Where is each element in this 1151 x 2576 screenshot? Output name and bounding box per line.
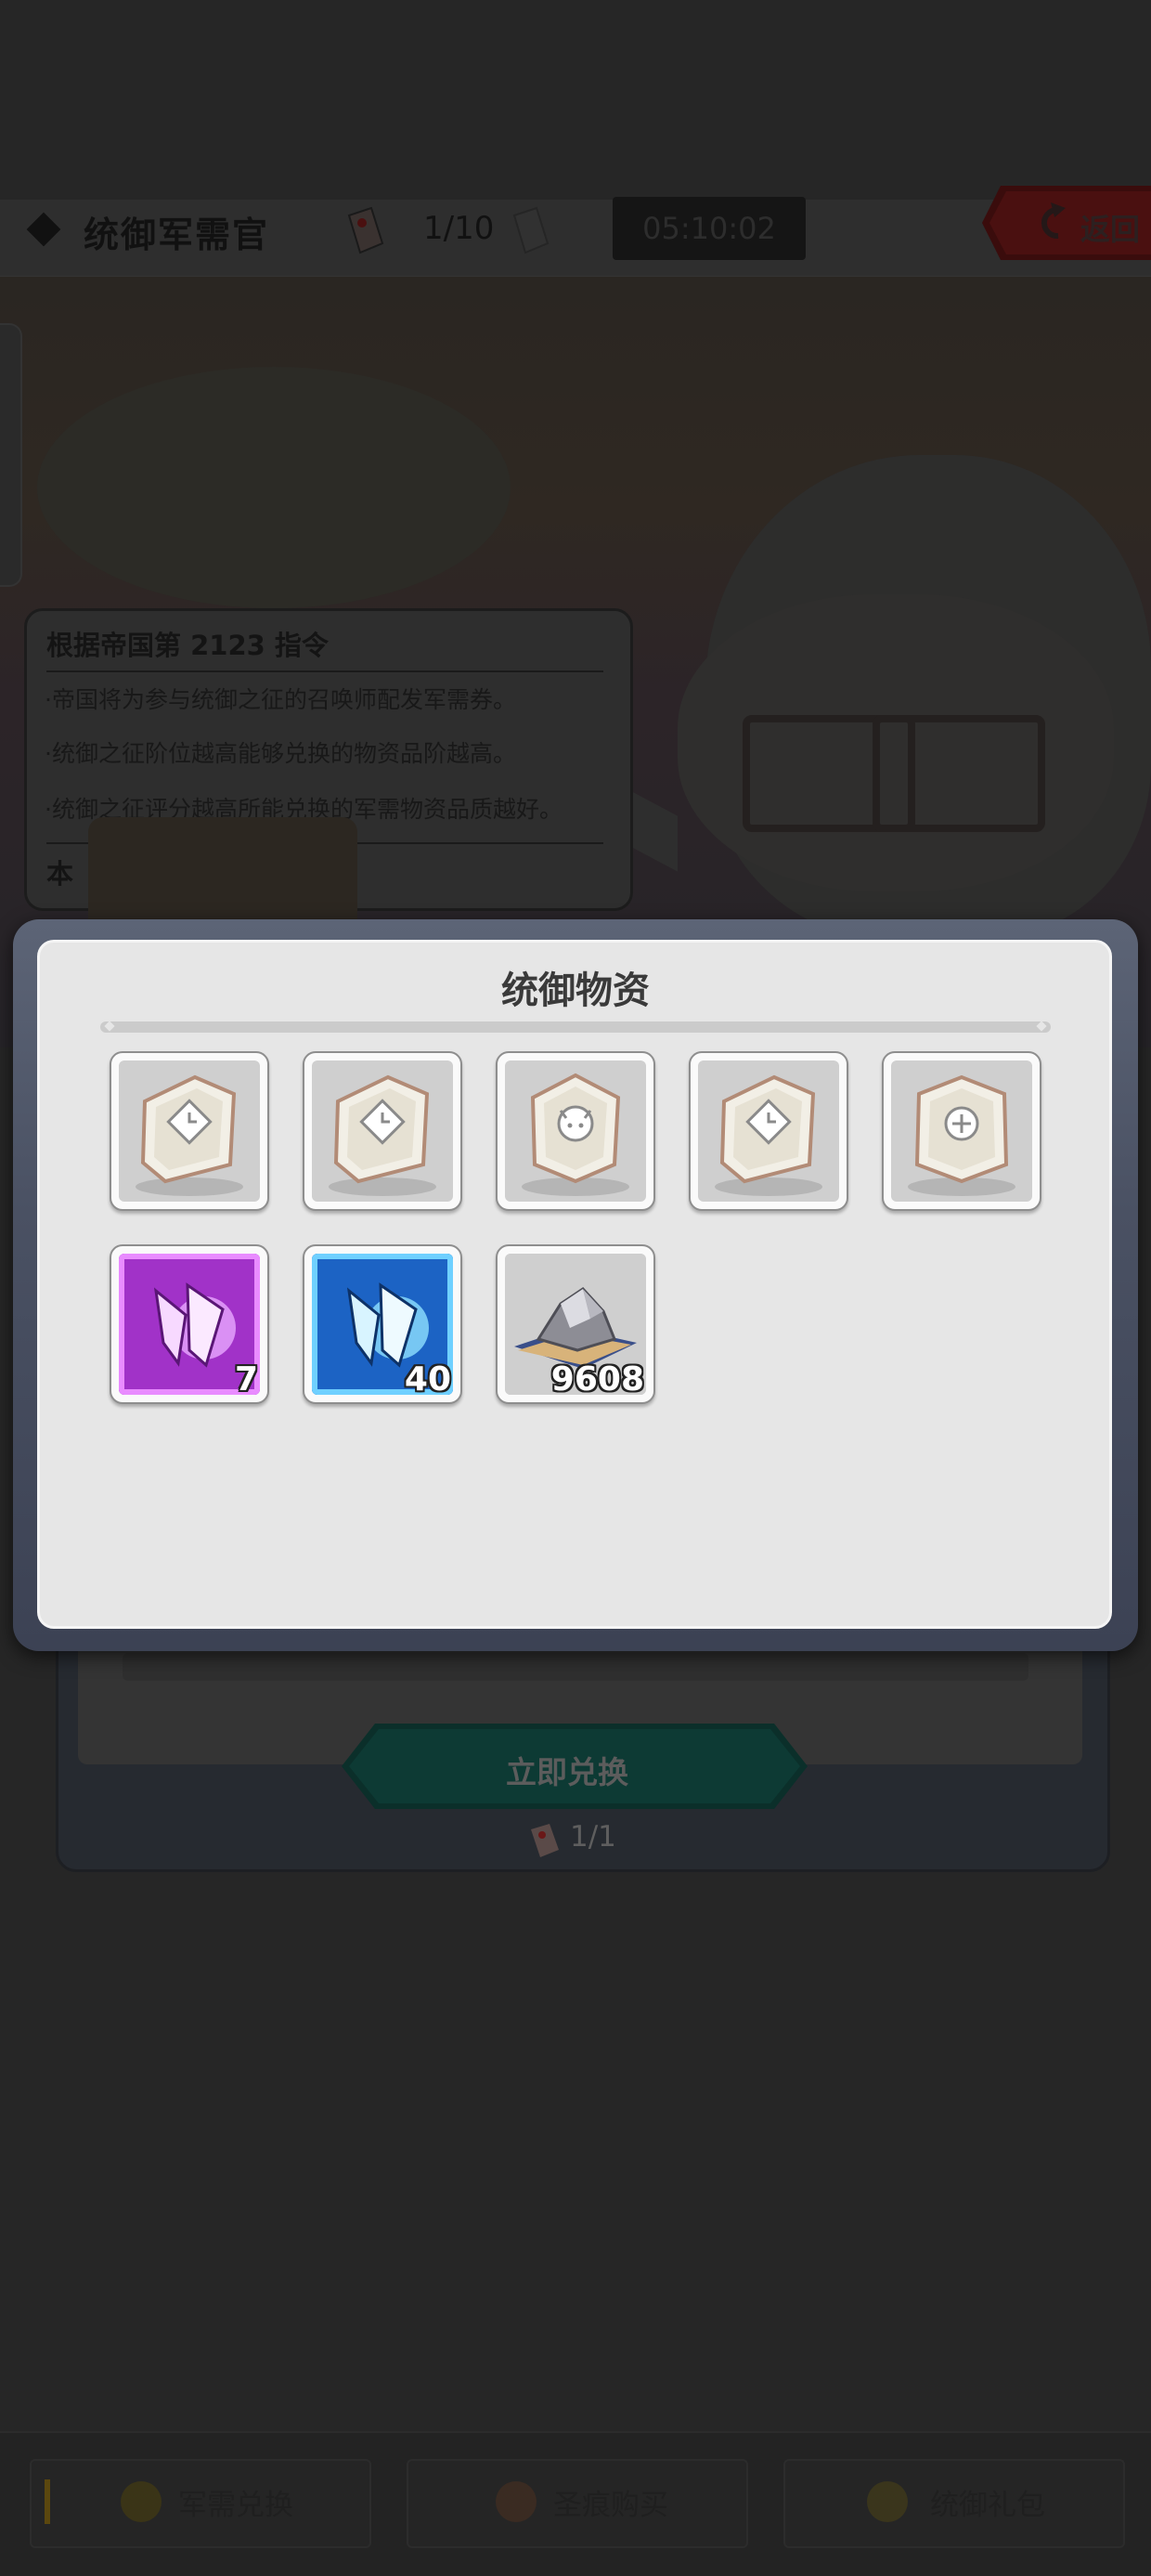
item-count: 9608 (550, 1360, 644, 1399)
reward-item[interactable] (689, 1051, 848, 1211)
active-tab-indicator (45, 2479, 50, 2524)
notice-line: ·帝国将为参与统御之征的召唤师配发军需券。 (45, 686, 516, 713)
countdown-timer: 05:10:02 (613, 197, 806, 260)
shard-clock-icon (698, 1060, 839, 1202)
exchange-button-label[interactable]: 立即兑换 (506, 1748, 628, 1792)
back-button-label[interactable]: 返回 (1080, 206, 1140, 249)
shard-clock-icon (312, 1060, 453, 1202)
coin-icon (121, 2481, 162, 2522)
exchange-cost: 1/1 (570, 1820, 616, 1854)
stigmata-icon (496, 2481, 537, 2522)
ticket-icon (347, 206, 384, 254)
shard-clock-icon (119, 1060, 260, 1202)
page-title: 统御军需官 (84, 215, 270, 255)
shard-plus-icon (891, 1060, 1032, 1202)
ticket-icon (531, 1824, 559, 1857)
nav-tab-label[interactable]: 军需兑换 (178, 2481, 293, 2523)
notice-line: ·统御之征阶位越高能够兑换的物资品阶越高。 (45, 740, 516, 767)
ticket-count: 1/10 (423, 210, 495, 247)
divider (46, 670, 603, 672)
progress-strip (123, 1653, 1028, 1681)
item-count: 7 (234, 1360, 258, 1399)
item-count: 40 (404, 1360, 451, 1399)
side-tab[interactable] (0, 323, 22, 587)
notice-title: 根据帝国第 2123 指令 (46, 630, 329, 661)
nav-tab-label[interactable]: 统御礼包 (930, 2481, 1045, 2523)
reward-item[interactable] (303, 1051, 462, 1211)
reward-item[interactable] (882, 1051, 1041, 1211)
reward-item[interactable]: 7 (110, 1244, 269, 1404)
gift-icon (867, 2481, 908, 2522)
modal-title: 统御物资 (501, 969, 650, 1012)
banner-platform (37, 367, 511, 608)
reward-item[interactable]: 9608 (496, 1244, 655, 1404)
notice-footer: 本 (46, 858, 74, 890)
shard-beast-icon (505, 1060, 646, 1202)
reward-item[interactable] (110, 1051, 269, 1211)
modal-divider (100, 1021, 1051, 1033)
reward-item[interactable]: 40 (303, 1244, 462, 1404)
ticket-icon (512, 206, 550, 254)
glasses-frame (873, 715, 1045, 832)
nav-tab-label[interactable]: 圣痕购买 (553, 2481, 668, 2523)
reward-item[interactable] (496, 1051, 655, 1211)
